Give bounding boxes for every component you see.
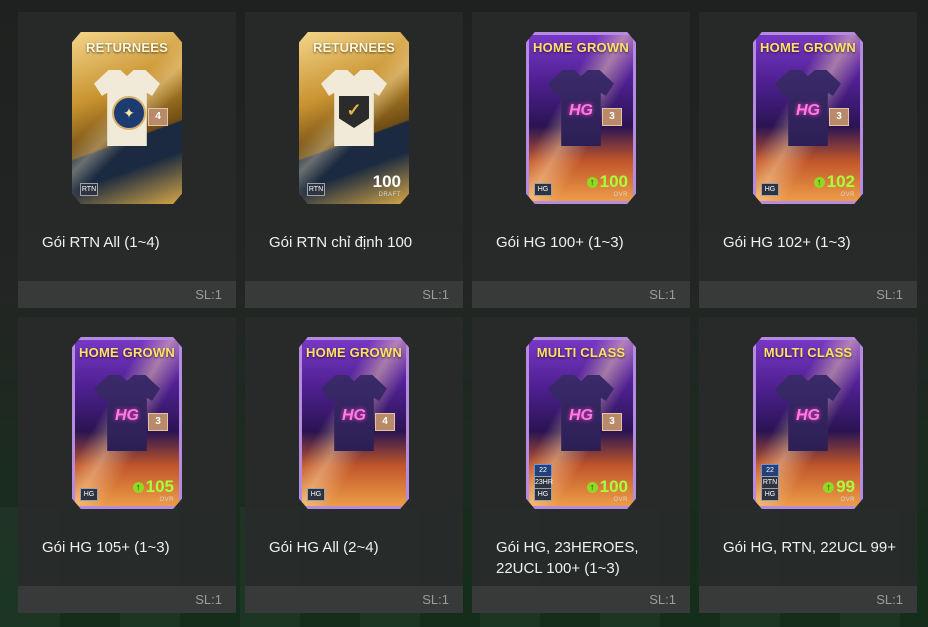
pack-name: Gói RTN All (1~4) bbox=[42, 234, 160, 251]
pack-name: Gói HG 100+ (1~3) bbox=[496, 234, 624, 251]
hg-logo-icon: HG bbox=[569, 102, 593, 119]
pack-tile[interactable]: HOME GROWN HG 3 HG ↑ 105 OVR Gói HG 105+ (1~3) S… bbox=[18, 317, 236, 613]
hg-logo-icon: HG bbox=[796, 102, 820, 119]
ovr-indicator: ↑ 105 OVR bbox=[132, 477, 174, 503]
season-tag: RTN bbox=[80, 183, 98, 196]
season-tag: RTN bbox=[307, 183, 325, 196]
pack-name: Gói RTN chỉ định 100 bbox=[269, 234, 413, 251]
arrow-up-icon: ↑ bbox=[132, 482, 144, 493]
pack-tile[interactable]: MULTI CLASS HG 3 22 23HR HG ↑ 100 OVR Gói HG, 23H… bbox=[472, 317, 690, 613]
ovr-value: 100 bbox=[599, 172, 628, 191]
ovr-indicator: ↑ 99 OVR bbox=[823, 478, 855, 503]
pack-quantity: SL:1 bbox=[422, 287, 449, 302]
grade-badge: 3 bbox=[602, 108, 622, 126]
pack-tile[interactable]: MULTI CLASS HG 22 RTN HG ↑ 99 OVR Gói HG, RTN, 2… bbox=[699, 317, 917, 613]
pack-card-image: HOME GROWN HG 4 HG bbox=[299, 337, 409, 509]
pack-quantity: SL:1 bbox=[195, 592, 222, 607]
pack-card-image: MULTI CLASS HG 22 RTN HG ↑ 99 OVR bbox=[753, 337, 863, 509]
pack-tile[interactable]: HOME GROWN HG 3 HG ↑ 102 OVR Gói HG 102+ (1~3) S… bbox=[699, 12, 917, 308]
pack-name: Gói HG, RTN, 22UCL 99+ bbox=[723, 539, 896, 556]
arrow-up-icon: ↑ bbox=[586, 482, 598, 493]
ovr-value: 105 bbox=[145, 477, 174, 496]
card-title: RETURNEES bbox=[86, 40, 168, 55]
season-tag: HG bbox=[534, 183, 552, 196]
card-title: RETURNEES bbox=[313, 40, 395, 55]
grade-badge: 3 bbox=[602, 413, 622, 431]
arrow-up-icon: ↑ bbox=[586, 177, 598, 188]
ovr-label: DRAFT bbox=[378, 192, 401, 198]
ovr-indicator: ↑ 100 OVR bbox=[586, 172, 628, 198]
pack-name: Gói HG All (2~4) bbox=[269, 539, 379, 556]
arrow-up-icon: ↑ bbox=[813, 177, 825, 188]
pack-card-image: HOME GROWN HG 3 HG ↑ 102 OVR bbox=[753, 32, 863, 204]
pack-name: Gói HG 102+ (1~3) bbox=[723, 234, 851, 251]
pack-tile[interactable]: HOME GROWN HG 3 HG ↑ 100 OVR Gói HG 100+ (1~3) S… bbox=[472, 12, 690, 308]
ovr-label: OVR bbox=[840, 497, 855, 503]
pack-card-image: RETURNEES ✓ RTN 100 DRAFT bbox=[299, 32, 409, 204]
ovr-label: OVR bbox=[613, 497, 628, 503]
season-tag: HG bbox=[761, 488, 779, 501]
pack-quantity: SL:1 bbox=[649, 592, 676, 607]
pack-card-image: MULTI CLASS HG 3 22 23HR HG ↑ 100 OVR bbox=[526, 337, 636, 509]
card-title: MULTI CLASS bbox=[763, 345, 853, 360]
grade-badge: 4 bbox=[148, 108, 168, 126]
pack-tile[interactable]: RETURNEES ✦ 4 RTN Gói RTN All (1~4) SL:1 bbox=[18, 12, 236, 308]
ovr-value: 102 bbox=[826, 172, 855, 191]
season-tag: HG bbox=[761, 183, 779, 196]
ovr-label: OVR bbox=[159, 497, 174, 503]
ovr-label: OVR bbox=[840, 192, 855, 198]
pack-name: Gói HG 105+ (1~3) bbox=[42, 539, 170, 556]
card-title: HOME GROWN bbox=[306, 345, 402, 360]
pack-grid: RETURNEES ✦ 4 RTN Gói RTN All (1~4) SL:1 RETUR… bbox=[0, 0, 928, 627]
grade-badge: 3 bbox=[829, 108, 849, 126]
hg-logo-icon: HG bbox=[115, 407, 139, 424]
pack-quantity: SL:1 bbox=[422, 592, 449, 607]
star-crest-icon: ✦ bbox=[112, 96, 146, 130]
pack-card-image: RETURNEES ✦ 4 RTN bbox=[72, 32, 182, 204]
pack-quantity: SL:1 bbox=[876, 592, 903, 607]
arrow-up-icon: ↑ bbox=[823, 482, 835, 493]
ovr-indicator: ↑ 102 OVR bbox=[813, 172, 855, 198]
card-title: MULTI CLASS bbox=[536, 345, 626, 360]
ovr-label: OVR bbox=[613, 192, 628, 198]
pack-card-image: HOME GROWN HG 3 HG ↑ 105 OVR bbox=[72, 337, 182, 509]
pack-quantity: SL:1 bbox=[195, 287, 222, 302]
card-title: HOME GROWN bbox=[760, 40, 856, 55]
pack-card-image: HOME GROWN HG 3 HG ↑ 100 OVR bbox=[526, 32, 636, 204]
pack-quantity: SL:1 bbox=[876, 287, 903, 302]
season-tag: HG bbox=[307, 488, 325, 501]
ovr-value: 99 bbox=[836, 477, 855, 496]
ovr-value: 100 bbox=[372, 172, 401, 191]
ovr-indicator: ↑ 100 OVR bbox=[586, 477, 628, 503]
card-title: HOME GROWN bbox=[533, 40, 629, 55]
ovr-indicator: 100 DRAFT bbox=[373, 173, 401, 198]
pack-tile[interactable]: RETURNEES ✓ RTN 100 DRAFT Gói RTN chỉ định 10… bbox=[245, 12, 463, 308]
grade-badge: 4 bbox=[375, 413, 395, 431]
pack-tile[interactable]: HOME GROWN HG 4 HG Gói HG All (2~4) SL:1 bbox=[245, 317, 463, 613]
ovr-value: 100 bbox=[599, 477, 628, 496]
hg-logo-icon: HG bbox=[796, 407, 820, 424]
season-tag: HG bbox=[534, 488, 552, 501]
pack-quantity: SL:1 bbox=[649, 287, 676, 302]
pack-name: Gói HG, 23HEROES, 22UCL 100+ (1~3) bbox=[496, 539, 639, 577]
hg-logo-icon: HG bbox=[569, 407, 593, 424]
grade-badge: 3 bbox=[148, 413, 168, 431]
card-title: HOME GROWN bbox=[79, 345, 175, 360]
hg-logo-icon: HG bbox=[342, 407, 366, 424]
season-tag: HG bbox=[80, 488, 98, 501]
